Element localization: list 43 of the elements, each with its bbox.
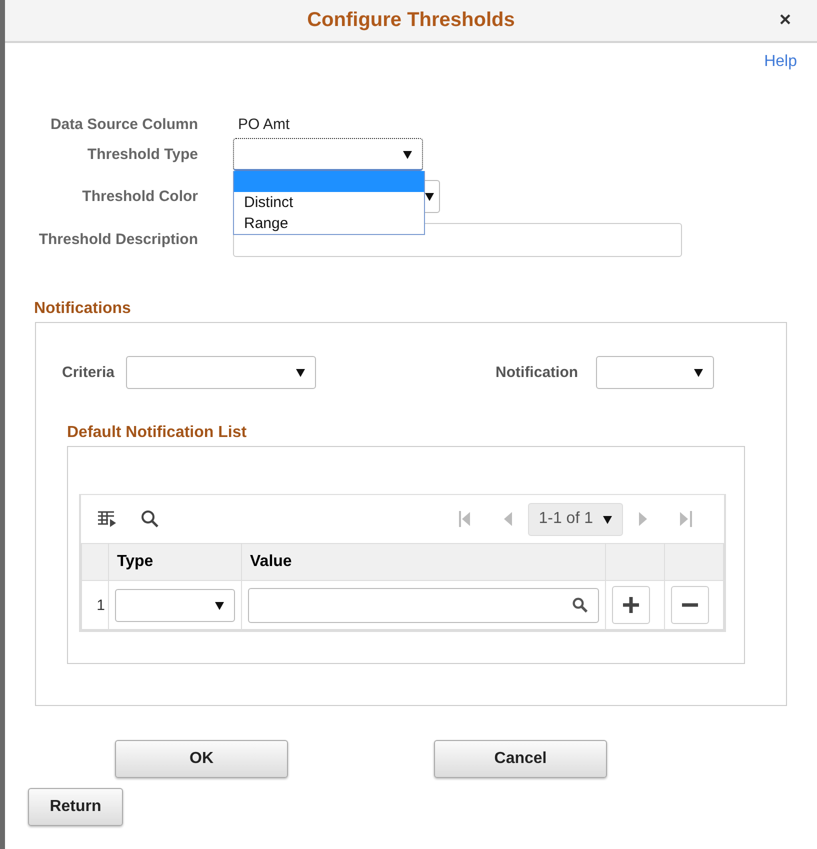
field-label: Threshold Description [38,231,199,248]
return-button[interactable]: Return [28,788,123,826]
field-label: Threshold Type [86,146,199,162]
caret-icon [425,192,434,201]
first-page-icon[interactable] [458,511,471,527]
type-dropdown[interactable] [115,588,235,622]
minus-icon [682,603,698,607]
next-page-icon[interactable] [639,511,648,527]
search-icon[interactable] [141,510,159,528]
page-selector[interactable]: 1-1 of 1 [528,502,623,536]
add-row-button[interactable] [612,586,650,624]
dropdown-option[interactable]: Range [234,213,424,234]
notification-dropdown[interactable] [596,356,714,389]
last-page-icon[interactable] [680,511,692,527]
column-header: Type [108,544,242,580]
column-header: Value [242,544,606,580]
value-field[interactable] [248,588,599,622]
dialog-button[interactable]: Cancel [434,740,607,778]
previous-page-icon[interactable] [502,511,512,527]
caret-icon [603,514,612,524]
dialog-button[interactable]: OK [115,740,288,778]
field-label: Criteria [62,364,115,381]
close-button[interactable]: × [775,9,795,32]
plus-icon [623,597,639,613]
field-label: Notification [496,364,578,381]
caret-icon [694,368,704,377]
caret-icon [215,600,224,610]
section-title: Notifications [34,300,132,318]
criteria-dropdown[interactable] [126,356,316,389]
field-label: Data Source Column [49,116,199,133]
grid-view-icon[interactable] [97,510,117,528]
row-number: 1 [82,580,108,630]
window-title: Configure Thresholds [307,9,515,32]
field-label: Threshold Color [81,188,199,205]
field-value: PO Amt [237,116,290,133]
help-link[interactable]: Help [764,53,797,83]
search-icon[interactable] [572,596,588,612]
threshold-type-dropdown[interactable] [233,138,423,170]
caret-icon [296,368,305,377]
delete-row-button[interactable] [671,586,709,624]
section-title: Default Notification List [67,424,248,442]
caret-icon [403,150,412,158]
dropdown-option[interactable]: Distinct [234,192,424,213]
